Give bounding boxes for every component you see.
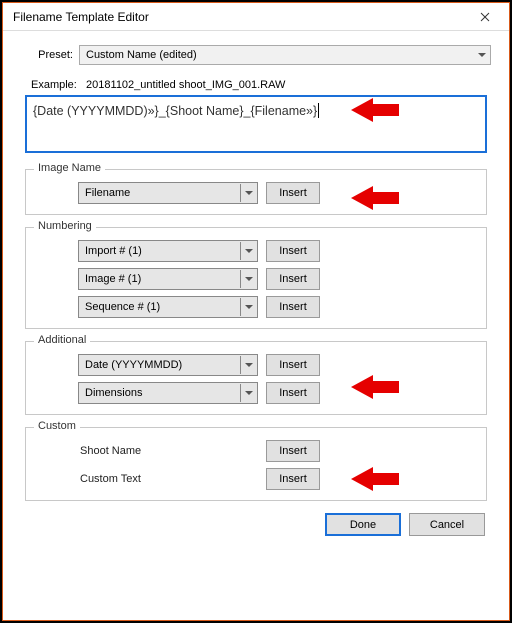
insert-button[interactable]: Insert [266,468,320,490]
select-image-num[interactable]: Image # (1) [78,268,258,290]
preset-row: Preset: Custom Name (edited) [21,45,491,65]
select-value: Date (YYYYMMDD) [85,359,182,371]
select-dimensions[interactable]: Dimensions [78,382,258,404]
group-legend: Numbering [34,220,96,232]
title-bar: Filename Template Editor [3,3,509,31]
row-additional-1: Dimensions Insert [78,382,476,404]
chevron-down-icon [240,242,256,260]
row-numbering-2: Sequence # (1) Insert [78,296,476,318]
template-input[interactable]: {Date (YYYYMMDD)»}_{Shoot Name}_{Filenam… [25,95,487,153]
preset-select[interactable]: Custom Name (edited) [79,45,491,65]
text-caret [318,103,319,118]
insert-button[interactable]: Insert [266,354,320,376]
row-custom-1: Custom Text Insert [78,468,476,490]
dialog-window: Filename Template Editor Preset: Custom … [2,2,510,621]
select-sequence-num[interactable]: Sequence # (1) [78,296,258,318]
close-button[interactable] [465,4,505,30]
insert-button[interactable]: Insert [266,268,320,290]
row-numbering-1: Image # (1) Insert [78,268,476,290]
done-button[interactable]: Done [325,513,401,536]
insert-button[interactable]: Insert [266,440,320,462]
row-custom-0: Shoot Name Insert [78,440,476,462]
insert-button[interactable]: Insert [266,240,320,262]
window-title: Filename Template Editor [13,10,149,24]
preset-value: Custom Name (edited) [86,49,197,61]
group-custom: Custom Shoot Name Insert Custom Text Ins… [25,427,487,501]
chevron-down-icon [240,184,256,202]
example-label: Example: [31,79,77,91]
close-icon [480,12,490,22]
cancel-button[interactable]: Cancel [409,513,485,536]
label-shoot-name: Shoot Name [78,445,258,457]
select-value: Sequence # (1) [85,301,160,313]
chevron-down-icon [240,356,256,374]
insert-button[interactable]: Insert [266,382,320,404]
chevron-down-icon [240,298,256,316]
chevron-down-icon [240,270,256,288]
group-legend: Additional [34,334,90,346]
group-legend: Custom [34,420,80,432]
example-row: Example: 20181102_untitled shoot_IMG_001… [31,79,491,91]
group-additional: Additional Date (YYYYMMDD) Insert Dimens… [25,341,487,415]
dialog-body: Preset: Custom Name (edited) Example: 20… [3,31,509,620]
select-value: Image # (1) [85,273,141,285]
row-numbering-0: Import # (1) Insert [78,240,476,262]
insert-button[interactable]: Insert [266,182,320,204]
row-additional-0: Date (YYYYMMDD) Insert [78,354,476,376]
select-value: Dimensions [85,387,142,399]
dialog-button-row: Done Cancel [21,513,485,536]
select-value: Filename [85,187,130,199]
row-image-name-0: Filename Insert [78,182,476,204]
chevron-down-icon [240,384,256,402]
select-value: Import # (1) [85,245,142,257]
select-date[interactable]: Date (YYYYMMDD) [78,354,258,376]
group-legend: Image Name [34,162,105,174]
insert-button[interactable]: Insert [266,296,320,318]
template-text: {Date (YYYYMMDD)»}_{Shoot Name}_{Filenam… [33,104,317,118]
select-import-num[interactable]: Import # (1) [78,240,258,262]
select-filename[interactable]: Filename [78,182,258,204]
chevron-down-icon [478,53,486,57]
label-custom-text: Custom Text [78,473,258,485]
preset-label: Preset: [21,49,73,61]
group-image-name: Image Name Filename Insert [25,169,487,215]
group-numbering: Numbering Import # (1) Insert Image # (1… [25,227,487,329]
example-value: 20181102_untitled shoot_IMG_001.RAW [86,79,285,91]
